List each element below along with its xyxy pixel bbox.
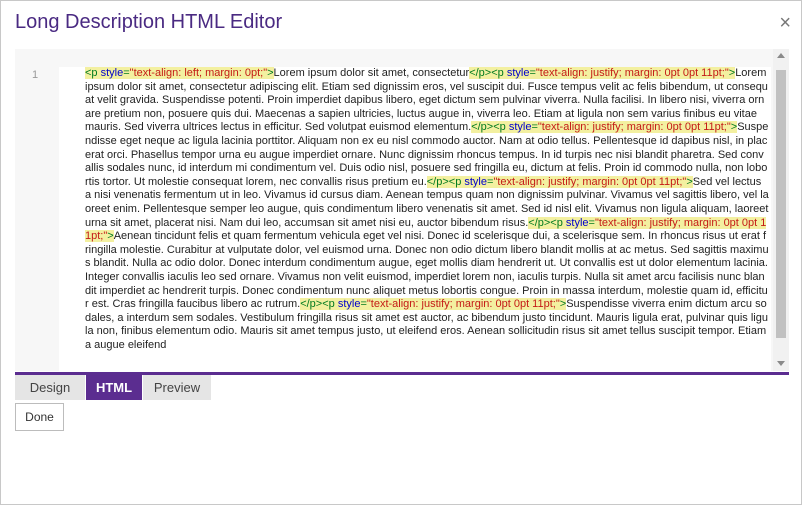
html-tag-token: = (360, 298, 367, 311)
scrollbar-thumb[interactable] (776, 70, 786, 338)
html-attribute-value-token: "text-align: left; margin: 0pt;" (129, 67, 268, 79)
line-number-gutter: 1 (15, 49, 59, 371)
scroll-up-arrow-icon[interactable] (777, 53, 785, 58)
html-tag-token: = (123, 67, 130, 79)
close-icon[interactable]: × (779, 13, 791, 33)
html-tag-token: </p><p (528, 216, 566, 229)
html-text-token: Lorem ipsum dolor sit amet, consectetur (273, 67, 470, 79)
html-tag-token: <p (85, 67, 101, 79)
html-attribute-value-token: "text-align: justify; margin: 0pt 0pt 11… (537, 121, 731, 134)
html-tag-token: </p><p (469, 67, 507, 79)
html-tag-token: </p><p (300, 298, 338, 311)
html-attribute-token: style (506, 67, 530, 79)
html-source-text[interactable]: <p style="text-align: left; margin: 0pt;… (59, 67, 769, 352)
tab-design[interactable]: Design (15, 375, 85, 400)
html-tag-token: = (529, 67, 536, 79)
html-tag-token: </p><p (426, 175, 465, 188)
done-button[interactable]: Done (15, 403, 64, 431)
editor-mode-tabs: Design HTML Preview (15, 372, 789, 403)
tab-preview[interactable]: Preview (143, 375, 211, 400)
vertical-scrollbar[interactable] (773, 49, 789, 371)
tab-html[interactable]: HTML (86, 375, 142, 400)
dialog-title: Long Description HTML Editor (15, 11, 283, 33)
html-tag-token: = (531, 121, 538, 134)
line-number: 1 (32, 69, 39, 81)
code-editor[interactable]: 1 <p style="text-align: left; margin: 0p… (15, 49, 789, 371)
scroll-down-arrow-icon[interactable] (777, 361, 785, 366)
html-attribute-token: style (100, 67, 124, 79)
html-attribute-value-token: "text-align: justify; margin: 0pt 0pt 11… (535, 67, 729, 79)
html-attribute-value-token: "text-align: justify; margin: 0pt 0pt 11… (366, 298, 560, 311)
html-attribute-value-token: "text-align: justify; margin: 0pt 0pt 11… (493, 175, 687, 188)
html-editor-dialog: Long Description HTML Editor × 1 <p styl… (0, 0, 802, 505)
html-attribute-token: style (464, 175, 487, 188)
html-attribute-token: style (337, 298, 361, 311)
code-area[interactable]: <p style="text-align: left; margin: 0pt;… (59, 67, 771, 371)
html-tag-token: </p><p (471, 121, 509, 134)
html-attribute-token: style (508, 121, 532, 134)
html-attribute-token: style (565, 216, 589, 229)
html-tag-token: = (588, 216, 595, 229)
